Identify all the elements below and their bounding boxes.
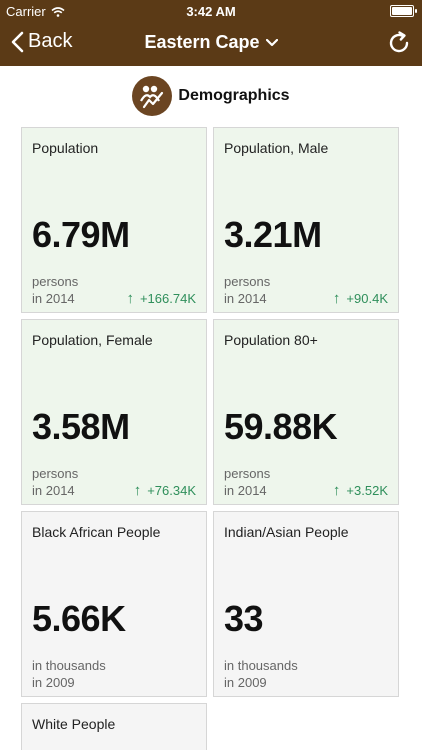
- change-value: +90.4K: [346, 291, 388, 306]
- card-title: Population, Female: [32, 332, 153, 348]
- status-bar: Carrier 3:42 AM: [0, 0, 422, 22]
- card-unit: persons: [32, 274, 79, 289]
- arrow-up-icon: ↑: [133, 482, 142, 499]
- card-title: White People: [32, 716, 116, 732]
- card-title: Black African People: [32, 524, 161, 540]
- stat-card-population-80-plus[interactable]: Population 80+ 59.88K persons in 2014 ↑ …: [213, 319, 399, 505]
- change-value: +166.74K: [139, 291, 196, 306]
- card-unit: in thousands: [32, 658, 106, 673]
- region-title: Eastern Cape: [144, 32, 260, 52]
- section-header: Demographics: [0, 74, 422, 118]
- card-year: in 2009: [224, 675, 267, 690]
- card-value: 3.21M: [224, 214, 322, 255]
- card-title: Population 80+: [224, 332, 318, 348]
- status-time: 3:42 AM: [186, 4, 236, 19]
- card-unit: persons: [224, 274, 271, 289]
- stat-card-population[interactable]: Population 6.79M persons in 2014 ↑ +166.…: [21, 127, 207, 313]
- card-value: 59.88K: [224, 406, 338, 447]
- card-year: in 2014: [224, 291, 267, 306]
- stat-card-black-african-people[interactable]: Black African People 5.66K in thousands …: [21, 511, 207, 697]
- card-value: 33: [224, 598, 264, 639]
- battery-icon: [390, 5, 417, 17]
- navigation-bar: Back Eastern Cape: [0, 22, 422, 66]
- card-year: in 2014: [32, 483, 75, 498]
- card-value: 5.66K: [32, 598, 126, 639]
- card-title: Indian/Asian People: [224, 524, 349, 540]
- change-value: +76.34K: [147, 483, 196, 498]
- chevron-down-icon: [265, 38, 278, 46]
- arrow-up-icon: ↑: [332, 290, 341, 307]
- stat-card-population-male[interactable]: Population, Male 3.21M persons in 2014 ↑…: [213, 127, 399, 313]
- stat-card-white-people[interactable]: White People: [21, 703, 207, 750]
- refresh-icon[interactable]: [386, 30, 412, 56]
- card-unit: in thousands: [224, 658, 298, 673]
- arrow-up-icon: ↑: [332, 482, 341, 499]
- demographics-people-icon: [132, 76, 173, 116]
- card-year: in 2009: [32, 675, 75, 690]
- stat-card-indian-asian-people[interactable]: Indian/Asian People 33 in thousands in 2…: [213, 511, 399, 697]
- card-change: ↑ +3.52K: [333, 482, 388, 499]
- card-change: ↑ +166.74K: [126, 290, 196, 307]
- card-value: 3.58M: [32, 406, 130, 447]
- section-title: Demographics: [178, 87, 290, 104]
- card-title: Population, Male: [224, 140, 329, 156]
- card-change: ↑ +90.4K: [333, 290, 388, 307]
- card-title: Population: [32, 140, 99, 156]
- card-unit: persons: [224, 466, 271, 481]
- card-year: in 2014: [224, 483, 267, 498]
- stat-card-population-female[interactable]: Population, Female 3.58M persons in 2014…: [21, 319, 207, 505]
- arrow-up-icon: ↑: [126, 290, 134, 307]
- card-change: ↑ +76.34K: [134, 482, 196, 499]
- top-bar: Carrier 3:42 AM Back Eastern Cape: [0, 0, 422, 66]
- region-selector[interactable]: Eastern Cape: [0, 32, 422, 53]
- card-year: in 2014: [32, 291, 75, 306]
- card-value: 6.79M: [32, 214, 130, 255]
- change-value: +3.52K: [346, 483, 388, 498]
- card-unit: persons: [32, 466, 79, 481]
